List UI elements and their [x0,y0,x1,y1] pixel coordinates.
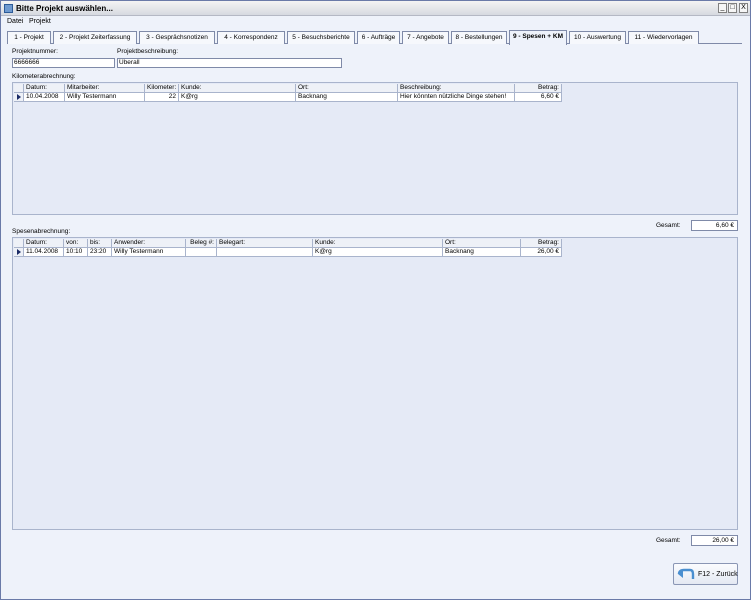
km-cell-kilometer[interactable]: 22 [145,93,179,102]
spesen-col-bis[interactable]: bis: [88,239,112,248]
spesen-total-value: 26,00 € [691,535,738,546]
project-description-label: Projektbeschreibung: [117,48,179,55]
km-cell-beschreibung[interactable]: Hier könnten nützliche Dinge stehen! [398,93,515,102]
title-bar: Bitte Projekt auswählen... _ □ X [1,1,750,16]
spesen-total-label: Gesamt: [656,537,681,544]
km-cell-kunde[interactable]: K@rg [179,93,296,102]
tab-spesen-km[interactable]: 9 - Spesen + KM [509,30,567,45]
project-description-field[interactable]: Überall [117,58,342,68]
tab-auftraege[interactable]: 6 - Aufträge [357,31,400,44]
current-row-arrow-icon [17,94,21,100]
project-number-field[interactable]: 6666666 [12,58,115,68]
tab-projekt[interactable]: 1 - Projekt [7,31,51,44]
tab-besuchsberichte[interactable]: 5 - Besuchsberichte [287,31,355,44]
tab-gespraechsnotizen[interactable]: 3 - Gesprächsnotizen [139,31,215,44]
spesen-cell-von[interactable]: 10:10 [64,248,88,257]
tab-bestellungen[interactable]: 8 - Bestellungen [451,31,507,44]
km-col-kilometer[interactable]: Kilometer: [145,84,179,93]
km-total-label: Gesamt: [656,222,681,229]
spesen-cell-belegart[interactable] [217,248,313,257]
spesen-header-indicator [14,239,24,248]
main-window: Bitte Projekt auswählen... _ □ X Datei P… [0,0,751,600]
maximize-button[interactable]: □ [728,3,737,13]
km-cell-datum[interactable]: 10.04.2008 [24,93,65,102]
spesen-col-von[interactable]: von: [64,239,88,248]
menu-bar: Datei Projekt [1,16,750,29]
km-total-value: 6,60 € [691,220,738,231]
spesen-col-belegart[interactable]: Belegart: [217,239,313,248]
back-arrow-icon [677,568,695,579]
tab-korrespondenz[interactable]: 4 - Korrespondenz [217,31,285,44]
spesen-section-label: Spesenabrechnung: [12,228,71,235]
tab-projekt-zeiterfassung[interactable]: 2 - Projekt Zeiterfassung [53,31,137,44]
km-cell-ort[interactable]: Backnang [296,93,398,102]
tab-bar: 1 - Projekt 2 - Projekt Zeiterfassung 3 … [7,30,742,45]
app-icon [4,4,13,13]
close-button[interactable]: X [739,3,748,13]
menu-datei[interactable]: Datei [7,18,23,25]
spesen-col-datum[interactable]: Datum: [24,239,64,248]
spesen-cell-anwender[interactable]: Willy Testermann [112,248,186,257]
spesen-cell-ort[interactable]: Backnang [443,248,521,257]
spesen-col-kunde[interactable]: Kunde: [313,239,443,248]
spesen-row-indicator [14,248,24,257]
km-col-mitarbeiter[interactable]: Mitarbeiter: [65,84,145,93]
spesen-col-ort[interactable]: Ort: [443,239,521,248]
tab-auswertung[interactable]: 10 - Auswertung [569,31,626,44]
km-grid[interactable]: Datum: Mitarbeiter: Kilometer: Kunde: Or… [12,82,738,215]
spesen-cell-bis[interactable]: 23:20 [88,248,112,257]
km-cell-mitarbeiter[interactable]: Willy Testermann [65,93,145,102]
spesen-cell-datum[interactable]: 11.04.2008 [24,248,64,257]
minimize-button[interactable]: _ [718,3,727,13]
spesen-grid[interactable]: Datum: von: bis: Anwender: Beleg #: Bele… [12,237,738,530]
km-header-indicator [14,84,24,93]
spesen-col-anwender[interactable]: Anwender: [112,239,186,248]
tab-wiedervorlagen[interactable]: 11 - Wiedervorlagen [628,31,699,44]
km-col-beschreibung[interactable]: Beschreibung: [398,84,515,93]
current-row-arrow-icon [17,249,21,255]
km-col-ort[interactable]: Ort: [296,84,398,93]
window-title: Bitte Projekt auswählen... [16,4,113,13]
back-button-label: F12 - Zurück [698,571,738,578]
menu-projekt[interactable]: Projekt [29,18,51,25]
project-number-label: Projektnummer: [12,48,58,55]
km-section-label: Kilometerabrechnung: [12,73,76,80]
km-row-indicator [14,93,24,102]
km-col-datum[interactable]: Datum: [24,84,65,93]
spesen-cell-beleg-nr[interactable] [186,248,217,257]
spesen-cell-betrag[interactable]: 26,00 € [521,248,562,257]
tab-angebote[interactable]: 7 - Angebote [402,31,449,44]
back-button[interactable]: F12 - Zurück [673,563,738,585]
spesen-col-betrag[interactable]: Betrag: [521,239,562,248]
km-col-kunde[interactable]: Kunde: [179,84,296,93]
spesen-cell-kunde[interactable]: K@rg [313,248,443,257]
km-cell-betrag[interactable]: 6,60 € [515,93,562,102]
spesen-col-beleg-nr[interactable]: Beleg #: [186,239,217,248]
km-col-betrag[interactable]: Betrag: [515,84,562,93]
